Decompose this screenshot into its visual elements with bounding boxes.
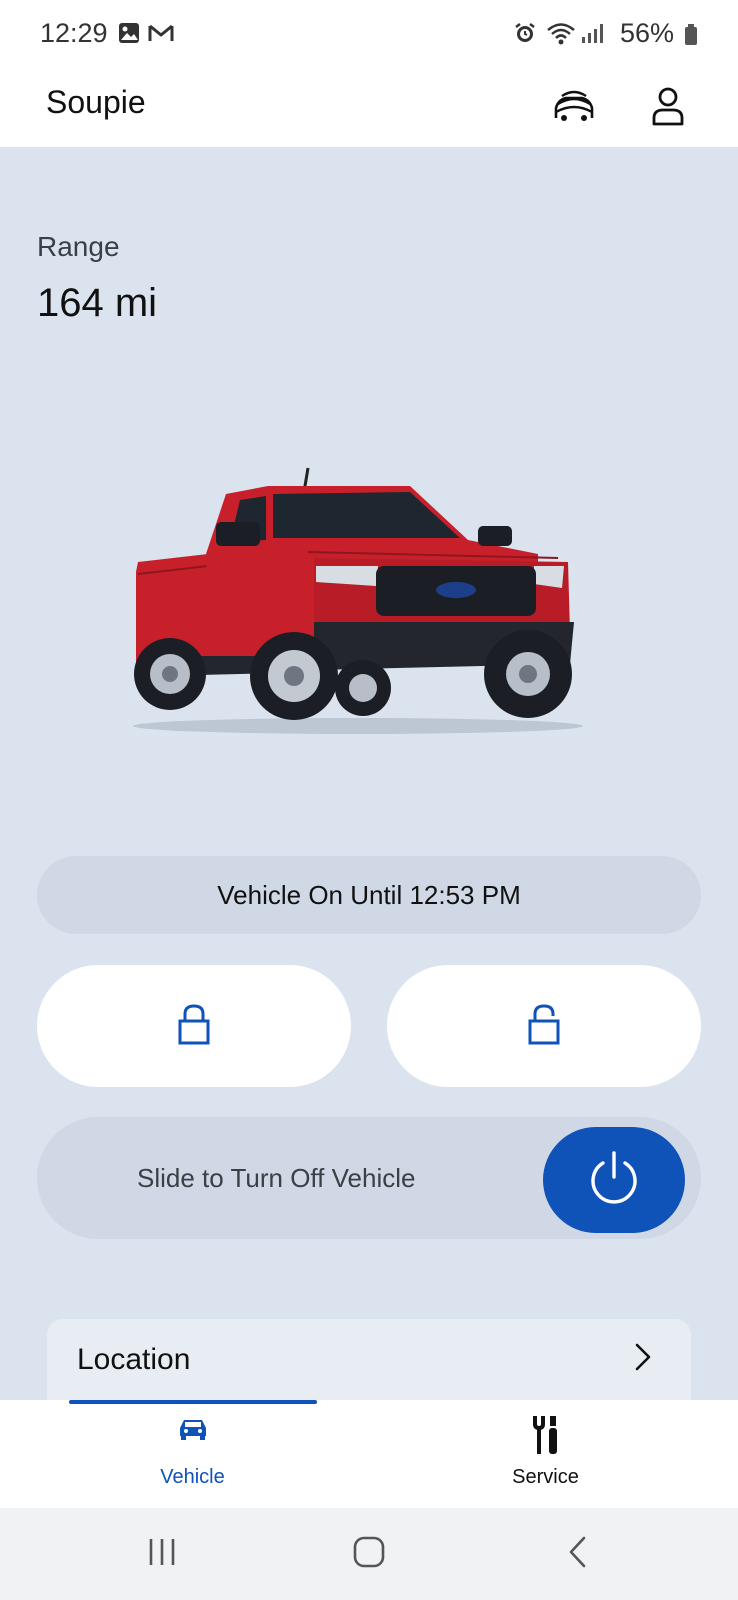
range-label: Range [37, 231, 120, 262]
slider-label: Slide to Turn Off Vehicle [137, 1162, 416, 1193]
recent-apps-button[interactable] [132, 1528, 192, 1580]
tab-service-label: Service [512, 1466, 579, 1488]
vehicles-icon [552, 88, 596, 129]
tab-vehicle[interactable]: Vehicle [8, 1400, 377, 1508]
account-button[interactable] [638, 80, 698, 136]
battery-percent: 56% [620, 18, 675, 48]
gallery-icon [118, 22, 140, 49]
signal-icon [580, 22, 606, 49]
pickup-truck-image [118, 462, 598, 742]
vehicle-status-text: Vehicle On Until 12:53 PM [217, 879, 521, 910]
lock-button[interactable] [37, 965, 351, 1087]
unlock-button[interactable] [387, 965, 701, 1087]
recent-apps-icon [146, 1537, 178, 1572]
alarm-icon [514, 22, 536, 49]
bottom-navigation: Vehicle Service [0, 1400, 738, 1508]
location-card[interactable]: Location [47, 1319, 691, 1400]
vehicles-button[interactable] [544, 80, 604, 136]
lock-icon [177, 1003, 211, 1050]
power-icon [585, 1149, 643, 1212]
back-button[interactable] [548, 1528, 608, 1580]
wifi-icon [546, 22, 576, 51]
turn-off-slider[interactable]: Slide to Turn Off Vehicle [37, 1117, 701, 1239]
location-title: Location [77, 1343, 191, 1376]
status-time: 12:29 [40, 18, 108, 48]
account-icon [651, 86, 685, 131]
app-header: Soupie [0, 70, 738, 147]
car-icon [8, 1414, 377, 1444]
status-bar: 12:29 56% [0, 0, 738, 70]
vehicle-status-pill: Vehicle On Until 12:53 PM [37, 856, 701, 934]
range-value: 164 mi [37, 281, 158, 325]
battery-icon [684, 24, 698, 51]
system-navigation [0, 1508, 738, 1600]
unlock-icon [527, 1003, 561, 1050]
home-button[interactable] [339, 1528, 399, 1580]
tab-service[interactable]: Service [361, 1400, 730, 1508]
tools-icon [361, 1414, 730, 1456]
chevron-right-icon [633, 1339, 653, 1380]
back-icon [566, 1534, 590, 1575]
tab-vehicle-label: Vehicle [160, 1466, 225, 1488]
gmail-icon [148, 22, 174, 49]
vehicle-dashboard: Range 164 mi Vehicle On Until 12:53 PM S… [0, 147, 738, 1400]
home-icon [353, 1536, 385, 1573]
vehicle-name-title: Soupie [46, 84, 146, 120]
slider-knob[interactable] [543, 1127, 685, 1233]
